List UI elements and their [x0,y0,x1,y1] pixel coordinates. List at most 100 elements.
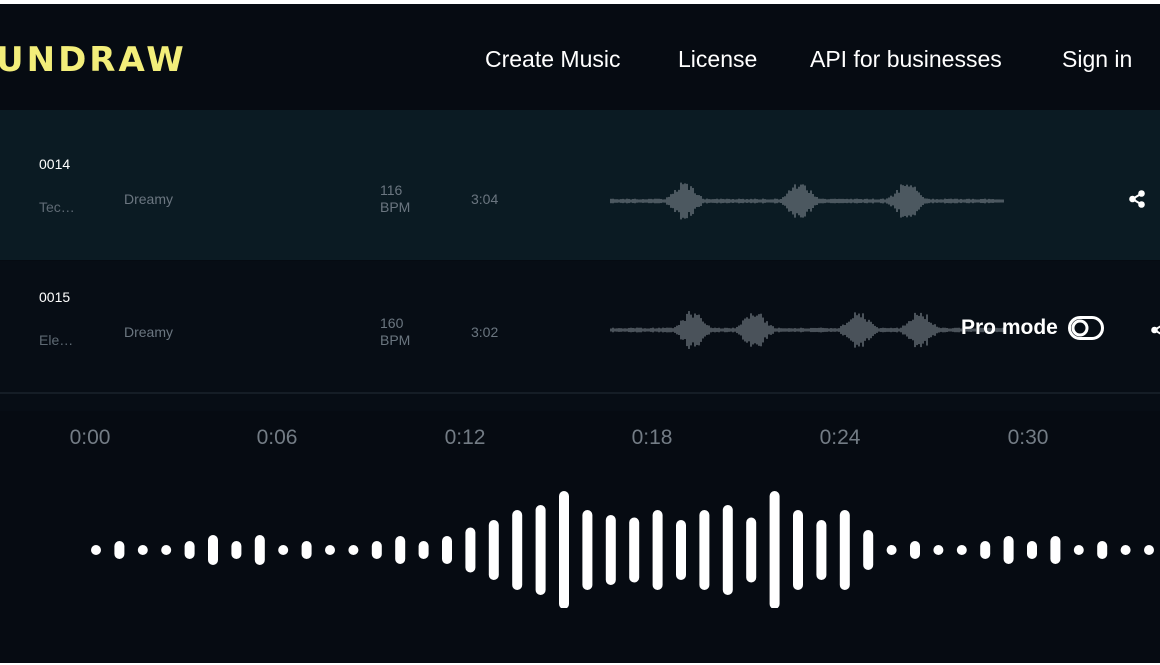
share-icon[interactable] [1149,320,1160,340]
waveform-bar [666,197,668,205]
waveform-bar [772,326,774,334]
waveform-bar [628,327,630,333]
waveform-bar [904,186,906,216]
track-genre: Tec… [39,199,75,215]
waveform-bar [882,327,884,333]
waveform-bar [371,541,382,559]
divider [0,392,1160,394]
waveform-bar [1073,545,1084,555]
waveform-bar [780,328,782,332]
waveform-bar [790,328,792,332]
waveform-bar [904,325,906,335]
player-waveform[interactable] [0,488,1160,608]
waveform-bar [740,324,742,336]
waveform-bar [754,316,756,344]
track-waveform[interactable] [610,180,1005,222]
waveform-bar [756,199,758,203]
waveform-bar [790,190,792,212]
waveform-bar [654,198,656,204]
waveform-bar [880,198,882,204]
waveform-bar [898,192,900,210]
share-icon[interactable] [1127,189,1147,209]
waveform-bar [986,199,988,203]
waveform-bar [940,199,942,203]
waveform-bar [442,536,452,564]
nav-sign-in[interactable]: Sign in [1062,44,1132,74]
waveform-bar [694,193,696,209]
waveform-bar [932,324,934,336]
waveform-bar [848,321,850,339]
waveform-bar [792,328,794,332]
waveform-bar [301,541,312,559]
waveform-bar [982,198,984,204]
nav-license[interactable]: License [678,44,757,74]
waveform-bar [930,199,932,203]
toggle-off-icon[interactable] [1067,316,1104,340]
waveform-bar [648,198,650,204]
waveform-bar [798,186,800,216]
track-duration: 3:02 [471,324,499,340]
waveform-bar [934,324,936,336]
waveform-bar [918,315,920,345]
track-row[interactable]: 0014 Tec… Dreamy 116 BPM 3:04 [0,110,1160,260]
track-genre: Ele… [39,332,74,348]
waveform-bar [738,325,740,335]
logo[interactable]: UNDRAW [0,40,187,80]
track-mood: Dreamy [124,191,174,207]
waveform-bar [822,327,824,333]
waveform-bar [942,199,944,203]
waveform-bar [760,313,762,347]
waveform-bar [660,198,662,204]
waveform-bar [658,327,660,333]
waveform-bar [690,314,692,346]
waveform-bar [902,325,904,335]
waveform-bar [936,199,938,203]
waveform-bar [918,192,920,210]
nav-create-music[interactable]: Create Music [485,44,620,74]
waveform-bar [896,327,898,333]
pro-mode-toggle[interactable]: Pro mode [961,315,1104,341]
waveform-bar [898,328,900,332]
waveform-bar [744,318,746,342]
waveform-bar [802,184,804,218]
waveform-bar [858,199,860,203]
waveform-bar [660,328,662,332]
waveform-bar [698,195,700,207]
waveform-bar [680,182,682,220]
waveform-bar [634,198,636,204]
waveform-bar [231,541,242,559]
waveform-bar [736,199,738,203]
waveform-bar [912,319,914,341]
waveform-bar [942,327,944,333]
waveform-bar [1003,536,1014,564]
waveform-bar [610,198,612,204]
nav-api-for-businesses[interactable]: API for businesses [810,44,1002,74]
waveform-bar [769,491,780,608]
waveform-bar [1097,541,1108,559]
waveform-bar [620,199,622,203]
waveform-bar [976,199,978,203]
waveform-bar [954,327,956,333]
waveform-bar [860,317,862,343]
waveform-bar [702,198,704,204]
waveform-bar [161,545,172,555]
waveform-bar [948,328,950,332]
waveform-bar [622,328,624,332]
waveform-bar [952,328,954,332]
track-waveform[interactable] [610,309,1005,351]
waveform-bar [668,196,670,206]
waveform-bar [624,199,626,203]
waveform-bar [640,327,642,333]
waveform-bar [936,326,938,334]
waveform-bar [620,328,622,332]
waveform-bar [808,192,810,210]
waveform-bar [838,198,840,204]
waveform-bar [796,328,798,332]
waveform-bar [844,325,846,335]
waveform-bar [616,199,618,203]
waveform-bar [638,327,640,333]
waveform-bar [714,327,716,333]
waveform-bar [902,185,904,217]
waveform-bar [776,328,778,332]
waveform-bar [760,199,762,203]
